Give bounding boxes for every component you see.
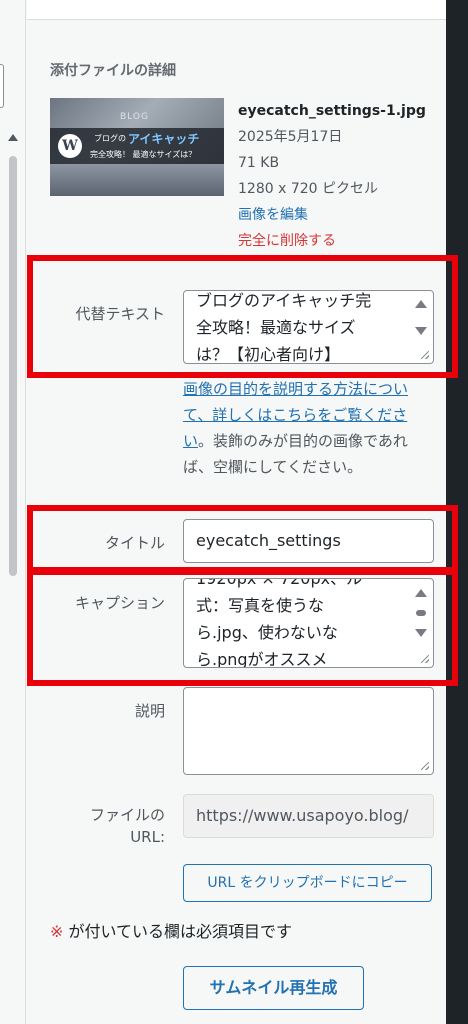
required-asterisk: ※	[50, 922, 64, 941]
file-info: eyecatch_settings-1.jpg 2025年5月17日 71 KB…	[238, 98, 426, 254]
description-textarea[interactable]	[183, 687, 434, 775]
scroll-up-arrow-icon[interactable]	[8, 134, 18, 141]
thumbnail-blog-text: BLOG	[120, 112, 149, 122]
alt-text-help-text: 。装飾のみが目的の画像であれば、空欄にしてください。	[183, 432, 408, 476]
thumbnail-laptop-image	[50, 164, 224, 196]
required-fields-note: ※ が付いている欄は必須項目です	[50, 918, 292, 942]
attachment-thumbnail: BLOG W ブログの アイキャッチ 完全攻略！ 最適なサイズは？	[50, 98, 224, 196]
alt-text-highlight-box	[27, 255, 458, 378]
file-url-label: ファイルの URL:	[89, 806, 165, 846]
scrollbar-thumb[interactable]	[9, 156, 17, 576]
thumbnail-text-subline: 完全攻略！ 最適なサイズは？	[90, 150, 197, 159]
sidebar-top-bar	[27, 0, 447, 20]
file-name: eyecatch_settings-1.jpg	[238, 103, 426, 119]
file-url-input[interactable]: https://www.usapoyo.blog/	[183, 794, 434, 838]
description-label: 説明	[134, 702, 165, 720]
copy-url-button[interactable]: URL をクリップボードにコピー	[183, 864, 432, 902]
thumbnail-text-small: ブログの	[94, 134, 126, 143]
regenerate-thumbnail-button[interactable]: サムネイル再生成	[183, 966, 364, 1010]
thumbnail-text-big: アイキャッチ	[128, 132, 200, 146]
file-size: 71 KB	[238, 155, 280, 171]
resize-handle-icon[interactable]	[421, 762, 429, 770]
delete-permanently-link[interactable]: 完全に削除する	[238, 228, 426, 254]
caption-highlight-box	[27, 569, 458, 686]
wordpress-logo-icon: W	[58, 134, 82, 158]
edit-image-link[interactable]: 画像を編集	[238, 202, 426, 228]
image-dimensions: 1280 x 720 ピクセル	[238, 181, 378, 197]
title-highlight-box	[27, 505, 458, 573]
required-note-text: が付いている欄は必須項目です	[63, 922, 293, 941]
upload-date: 2025年5月17日	[238, 129, 343, 145]
media-item-edge[interactable]	[0, 64, 4, 108]
alt-text-help: 画像の目的を説明する方法について、詳しくはこちらをご覧ください。装飾のみが目的の…	[183, 376, 433, 480]
attachment-details-heading: 添付ファイルの詳細	[50, 63, 176, 79]
media-grid-pane	[0, 0, 26, 1024]
